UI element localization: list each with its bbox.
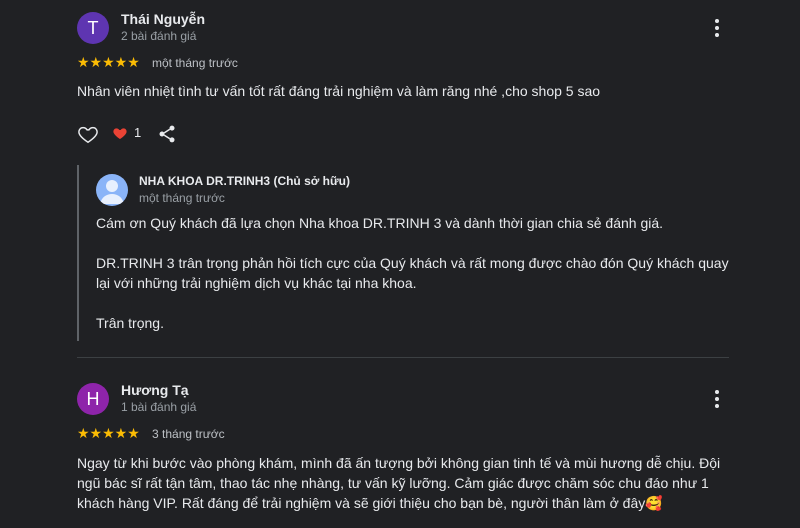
owner-reply-paragraph-1: Cám ơn Quý khách đã lựa chọn Nha khoa DR… [96, 215, 664, 231]
owner-reply-signoff: Trân trọng. [96, 315, 164, 331]
reviewer-avatar[interactable]: H [77, 383, 109, 415]
like-button[interactable] [77, 123, 99, 145]
heart-outline-icon [78, 126, 98, 144]
share-icon [159, 125, 175, 143]
more-options-icon[interactable] [713, 19, 721, 39]
reviewer-name[interactable]: Hương Tạ [121, 382, 189, 398]
review-divider [77, 357, 729, 358]
owner-avatar [96, 174, 128, 206]
reviewer-avatar[interactable]: T [77, 12, 109, 44]
review-text-line-3: khách hàng VIP. Rất đáng để trải nghiệm … [77, 495, 663, 511]
person-icon [100, 180, 124, 204]
reviewer-name[interactable]: Thái Nguyễn [121, 11, 205, 27]
review-time: 3 tháng trước [152, 427, 225, 441]
owner-reply-paragraph-2-line-1: DR.TRINH 3 trân trọng phản hồi tích cực … [96, 255, 729, 271]
reviewer-review-count: 2 bài đánh giá [121, 29, 197, 43]
share-button[interactable] [157, 124, 177, 144]
owner-reply: NHA KHOA DR.TRINH3 (Chủ sở hữu) một thán… [77, 165, 729, 341]
reaction-heart[interactable]: 1 [112, 124, 144, 142]
reviewer-review-count: 1 bài đánh giá [121, 400, 197, 414]
review-time: một tháng trước [152, 56, 238, 70]
like-count: 1 [134, 125, 142, 140]
heart-icon [113, 128, 127, 139]
review-text: Nhân viên nhiệt tình tư vấn tốt rất đáng… [77, 83, 601, 99]
review-text-line-2: ngũ bác sĩ rất tận tâm, thao tác nhẹ nhà… [77, 475, 709, 491]
rating-stars: ★★★★★ [77, 54, 140, 70]
owner-name: NHA KHOA DR.TRINH3 (Chủ sở hữu) [139, 174, 350, 188]
more-options-icon[interactable] [713, 390, 721, 410]
rating-stars: ★★★★★ [77, 425, 140, 441]
owner-reply-time: một tháng trước [139, 191, 225, 205]
review-text-line-1: Ngay từ khi bước vào phòng khám, mình đã… [77, 455, 721, 471]
owner-reply-paragraph-2-line-2: lại với những trải nghiệm dịch vụ khác t… [96, 275, 417, 291]
